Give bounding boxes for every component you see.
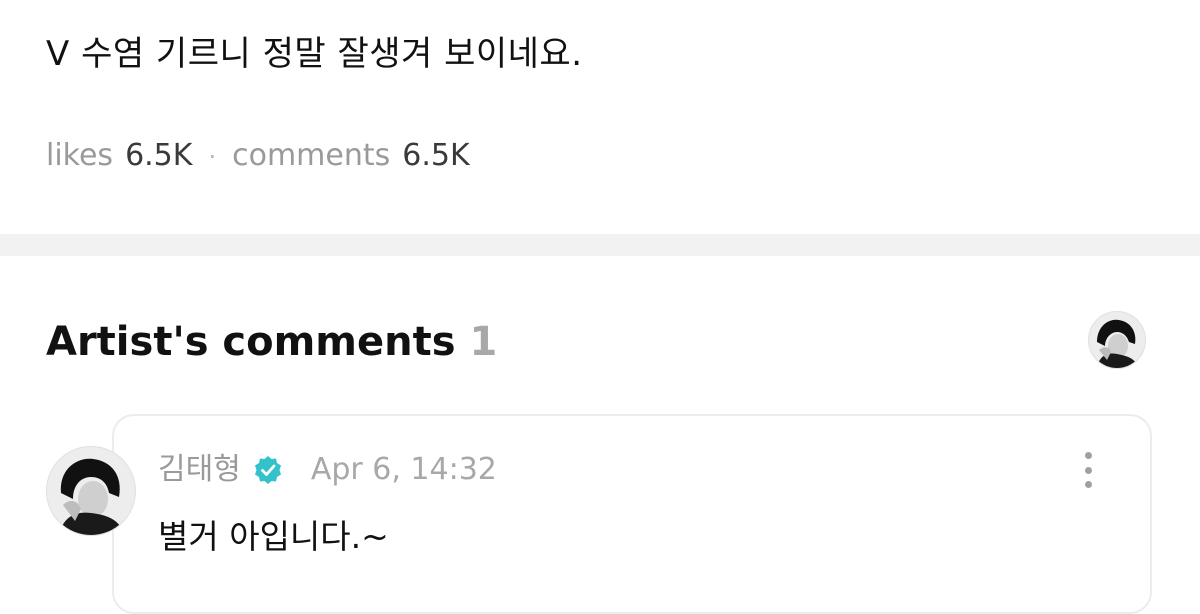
- post-text: V 수염 기르니 정말 잘생겨 보이네요.: [46, 34, 583, 74]
- artist-avatar-icon[interactable]: [1088, 311, 1146, 369]
- more-dot: [1084, 481, 1092, 488]
- section-divider: [0, 234, 1200, 256]
- comment-timestamp: Apr 6, 14:32: [310, 452, 497, 487]
- likes-label: likes: [46, 138, 114, 173]
- verified-badge-icon: [253, 455, 283, 485]
- comment-body: 별거 아입니다.~: [158, 517, 389, 556]
- artist-comments-title: Artist's comments: [46, 319, 456, 365]
- more-dot: [1084, 466, 1092, 474]
- comment-author[interactable]: 김태형: [158, 450, 241, 490]
- comment-header: 김태형 Apr 6, 14:32: [158, 450, 497, 490]
- stats-separator: ·: [208, 143, 217, 171]
- more-options-icon[interactable]: [1076, 452, 1100, 488]
- comments-label: comments: [232, 138, 391, 173]
- comment-avatar[interactable]: [46, 446, 136, 536]
- artist-comments-count: 1: [469, 319, 498, 365]
- post-stats: likes 6.5K · comments 6.5K: [46, 136, 470, 177]
- more-dot: [1084, 452, 1092, 459]
- likes-count: 6.5K: [125, 138, 193, 173]
- comments-count: 6.5K: [402, 138, 470, 173]
- artist-comments-header: Artist's comments 1: [46, 316, 497, 368]
